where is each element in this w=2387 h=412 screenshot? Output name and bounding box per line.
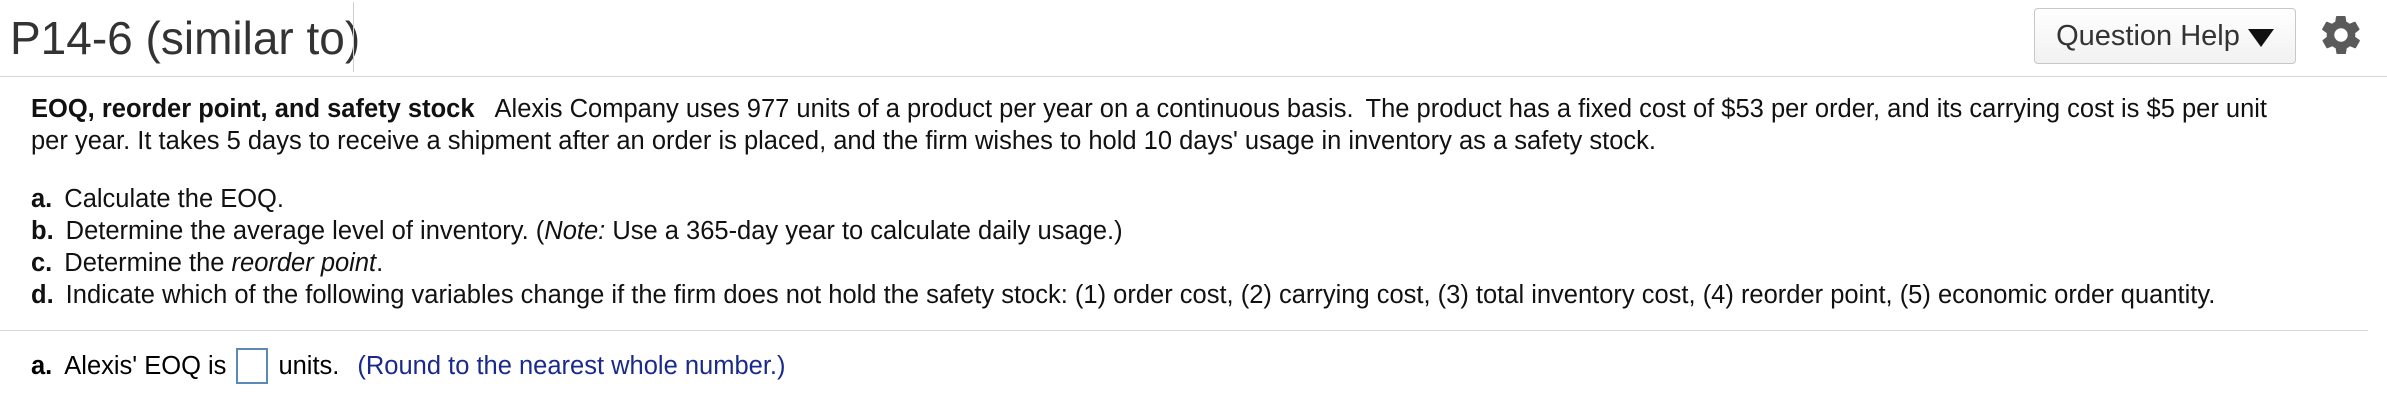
intro-sentence-1: Alexis Company uses 977 units of a produ…	[494, 95, 1354, 123]
header-bar: P14-6 (similar to) Question Help	[0, 0, 2387, 77]
gear-icon[interactable]	[2318, 12, 2364, 58]
problem-statement: EOQ, reorder point, and safety stock Alex…	[31, 93, 2361, 311]
part-text-tail: .	[376, 249, 384, 277]
part-c: c. Determine the reorder point.	[31, 247, 2361, 279]
intro-sentence-2: The product has a fixed cost of $53 per …	[1365, 95, 2268, 123]
part-text: Calculate the EOQ.	[64, 185, 284, 213]
part-letter: c.	[31, 249, 53, 277]
part-letter: b.	[31, 217, 54, 245]
part-text: Determine the average level of inventory…	[65, 217, 545, 245]
answer-row: a. Alexis' EOQ is units. (Round to the n…	[31, 346, 785, 386]
caret-down-icon	[2247, 29, 2274, 47]
answer-letter: a.	[31, 352, 53, 380]
parts-list: a. Calculate the EOQ. b. Determine the ave…	[31, 183, 2361, 311]
intro-paragraph: EOQ, reorder point, and safety stock Alex…	[31, 93, 2361, 157]
rounding-hint: (Round to the nearest whole number.)	[357, 352, 786, 380]
answer-prefix: Alexis' EOQ is	[64, 352, 227, 380]
part-b: b. Determine the average level of invento…	[31, 215, 2361, 247]
section-divider	[0, 330, 2368, 331]
intro-title: EOQ, reorder point, and safety stock	[31, 95, 475, 123]
part-letter: a.	[31, 185, 53, 213]
part-a: a. Calculate the EOQ.	[31, 183, 2361, 215]
question-help-button[interactable]: Question Help	[2034, 8, 2296, 64]
problem-title: P14-6 (similar to)	[10, 12, 361, 64]
part-emphasis: Note:	[544, 217, 606, 245]
part-emphasis: reorder point	[231, 249, 377, 277]
intro-line-2: per year. It takes 5 days to receive a s…	[31, 127, 1656, 155]
part-text-tail: Use a 365-day year to calculate daily us…	[605, 217, 1123, 245]
title-divider	[353, 2, 354, 72]
part-text: Determine the	[64, 249, 232, 277]
part-d: d. Indicate which of the following variab…	[31, 279, 2361, 311]
question-help-label: Question Help	[2056, 19, 2240, 52]
eoq-answer-input[interactable]	[236, 348, 269, 384]
part-letter: d.	[31, 281, 54, 309]
part-text: Indicate which of the following variable…	[65, 281, 2216, 309]
answer-suffix: units.	[278, 352, 340, 380]
